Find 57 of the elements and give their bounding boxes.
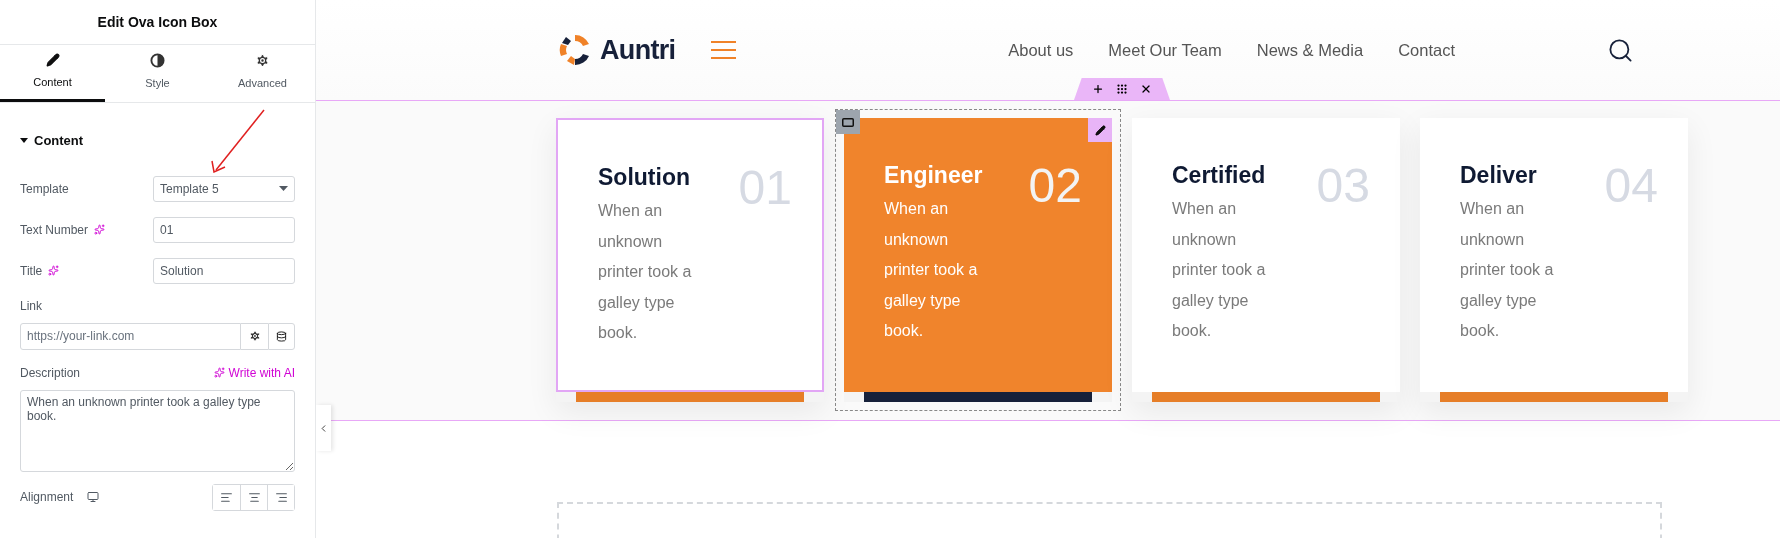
template-select[interactable]: Template 5 [153, 175, 295, 202]
desktop-icon [87, 491, 100, 503]
write-with-ai-link[interactable]: Write with AI [213, 363, 295, 382]
title-field[interactable]: Solution [153, 257, 295, 284]
field-label: Title [20, 262, 43, 280]
panel-tab[interactable]: Style [105, 45, 210, 102]
section-toggle[interactable]: Content [20, 131, 295, 151]
drag-handle-icon[interactable] [1116, 83, 1128, 95]
sparkle-icon [48, 265, 60, 276]
card-title: Deliver [1460, 161, 1537, 190]
search-icon[interactable] [1607, 36, 1634, 64]
nav-link[interactable]: Contact [1398, 37, 1455, 63]
description-field[interactable]: When an unknown printer took a galley type book. [20, 389, 295, 472]
gear-icon [255, 52, 270, 68]
add-icon[interactable] [1092, 83, 1104, 95]
nav-link[interactable]: News & Media [1256, 37, 1364, 63]
panel-tab[interactable]: Advanced [210, 45, 315, 102]
card-title: Solution [598, 163, 690, 192]
dynamic-tags-button[interactable] [268, 322, 295, 350]
sparkle-icon [213, 367, 225, 378]
field-label: Description [20, 364, 81, 382]
container-icon [842, 117, 854, 127]
card-number: 02 [1028, 162, 1082, 210]
sparkle-icon [94, 224, 106, 235]
edit-widget-button[interactable] [1088, 118, 1112, 142]
card-description: When an unknown printer took a galley type book. [884, 199, 979, 341]
pencil-icon [1094, 124, 1106, 136]
link-options-button[interactable] [241, 322, 268, 350]
card-description: When an unknown printer took a galley type book. [1172, 199, 1267, 341]
settings-icon [248, 330, 261, 342]
pencil-icon [45, 53, 60, 68]
caret-icon [20, 137, 28, 144]
menu-button[interactable] [711, 41, 737, 59]
field-label: Text Number [20, 221, 89, 239]
panel-tab[interactable]: Content [0, 45, 105, 102]
field-label: Alignment [20, 489, 74, 506]
card-description: When an unknown printer took a galley type book. [598, 201, 693, 343]
card-description: When an unknown printer took a galley type book. [1460, 199, 1555, 341]
align-left-icon [220, 490, 233, 504]
link-field[interactable]: https://your-link.com [20, 322, 241, 350]
logo-text: Auntri [600, 33, 676, 67]
field-label: Link [20, 297, 43, 315]
contrast-icon [150, 52, 165, 68]
database-icon [276, 330, 287, 342]
panel-title: Edit Ova Icon Box [97, 12, 218, 32]
align-center-icon [247, 490, 261, 504]
alignment-button[interactable] [267, 484, 294, 510]
card-title: Certified [1172, 161, 1266, 190]
nav-link[interactable]: About us [1008, 37, 1074, 63]
align-right-icon [274, 490, 288, 504]
text-number-field[interactable]: 01 [153, 216, 295, 243]
dropdown-caret-icon [279, 186, 288, 191]
widget-handle-button[interactable] [836, 110, 860, 134]
field-label: Template [20, 180, 69, 198]
card-title: Engineer [884, 161, 983, 190]
nav-link[interactable]: Meet Our Team [1108, 37, 1222, 63]
close-icon[interactable] [1140, 83, 1152, 95]
